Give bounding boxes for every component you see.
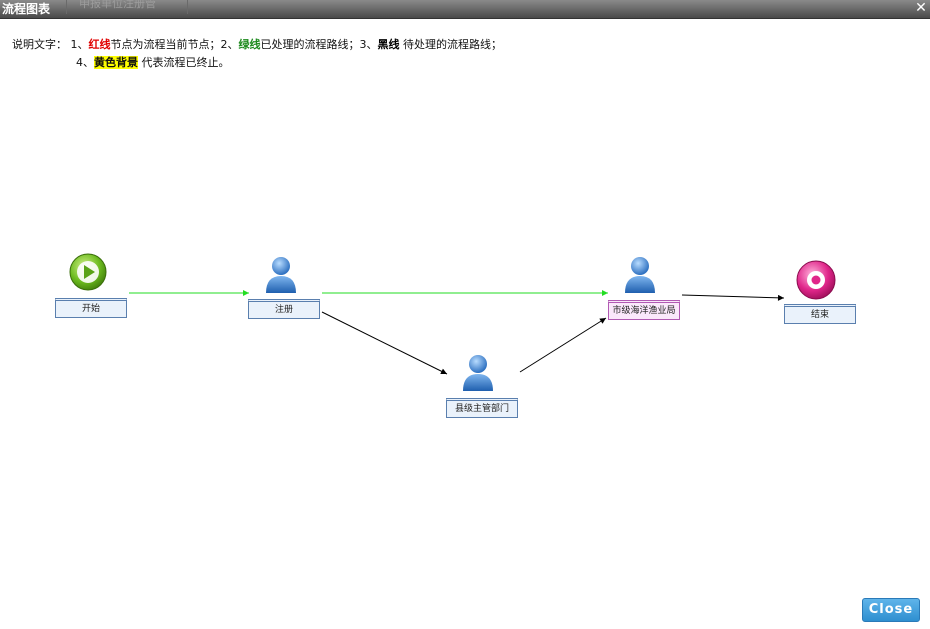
node-county[interactable]: 县级主管部门 (446, 398, 518, 418)
node-start[interactable]: 开始 (55, 298, 127, 318)
edge-county-city (519, 317, 607, 373)
edge-register-county (321, 311, 448, 375)
edge-city-end (681, 294, 785, 301)
node-city[interactable]: 市级海洋渔业局 (608, 300, 680, 320)
start-play-icon (69, 253, 107, 291)
node-register-label: 注册 (274, 305, 293, 315)
node-county-label: 县级主管部门 (454, 404, 509, 414)
node-register[interactable]: 注册 (248, 299, 320, 319)
user-icon (463, 355, 493, 391)
end-stop-icon (796, 260, 836, 300)
node-city-label: 市级海洋渔业局 (612, 306, 676, 316)
node-end-label: 结束 (810, 310, 829, 320)
user-icon (625, 257, 655, 293)
node-start-label: 开始 (81, 304, 100, 314)
node-end[interactable]: 结束 (784, 304, 856, 324)
close-button[interactable]: Close (862, 598, 920, 622)
user-icon (266, 257, 296, 293)
